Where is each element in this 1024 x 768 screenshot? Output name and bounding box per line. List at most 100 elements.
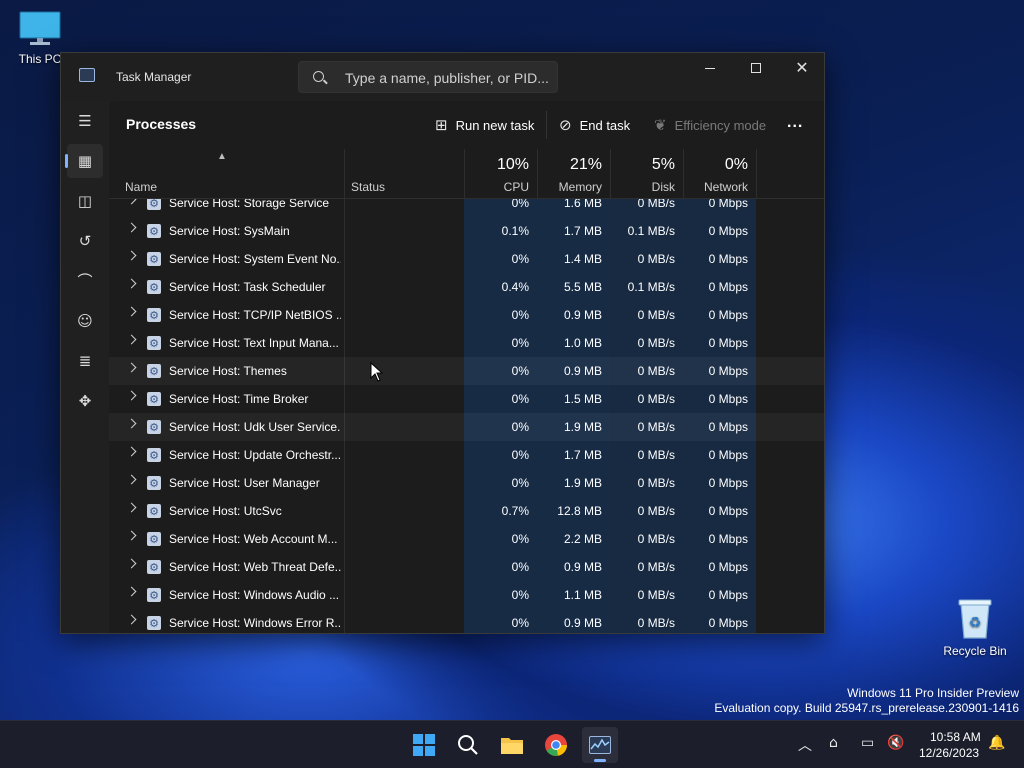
start-icon: [413, 734, 435, 756]
column-cpu[interactable]: 10% CPU: [464, 149, 537, 199]
process-network: 0 Mbps: [708, 392, 748, 406]
column-header: ▲ Name Status 10% CPU 21% Memory 5% Disk…: [109, 149, 824, 199]
search-icon: [313, 71, 324, 82]
taskbar: ︿ ⌂ ▭ 🔇 10:58 AM 12/26/2023 🔔: [0, 720, 1024, 768]
column-disk[interactable]: 5% Disk: [610, 149, 683, 199]
process-network: 0 Mbps: [708, 336, 748, 350]
table-row[interactable]: ⚙ Service Host: User Manager 0% 1.9 MB 0 MB/…: [109, 469, 824, 497]
table-row[interactable]: ⚙ Service Host: UtcSvc 0.7% 12.8 MB 0 MB/s 0 …: [109, 497, 824, 525]
table-row[interactable]: ⚙ Service Host: Themes 0% 0.9 MB 0 MB/s 0 Mbp…: [109, 357, 824, 385]
process-disk: 0 MB/s: [637, 588, 675, 602]
process-memory: 1.9 MB: [563, 476, 602, 490]
nav-processes[interactable]: ▦: [65, 144, 103, 178]
table-row[interactable]: ⚙ Service Host: SysMain 0.1% 1.7 MB 0.1 MB/s…: [109, 217, 824, 245]
table-row[interactable]: ⚙ Service Host: Text Input Mana... 0% 1.0 M…: [109, 329, 824, 357]
chrome-button[interactable]: [538, 727, 574, 763]
page-title: Processes: [126, 116, 197, 132]
process-memory: 2.2 MB: [563, 532, 602, 546]
table-row[interactable]: ⚙ Service Host: System Event No... 0% 1.4 M…: [109, 245, 824, 273]
start-button[interactable]: [406, 727, 442, 763]
column-memory-label: Memory: [558, 180, 602, 194]
expand-chevron-icon[interactable]: [126, 586, 137, 597]
expand-chevron-icon[interactable]: [126, 250, 137, 261]
svg-text:♻: ♻: [969, 615, 982, 631]
expand-chevron-icon[interactable]: [126, 614, 137, 625]
column-spacer: [756, 149, 824, 199]
nav-app-history[interactable]: ↺: [67, 224, 103, 258]
file-explorer-button[interactable]: [494, 727, 530, 763]
close-button[interactable]: ✕: [779, 53, 824, 83]
column-status[interactable]: Status: [344, 149, 464, 199]
recycle-bin-desktop-icon[interactable]: ♻ Recycle Bin: [940, 596, 1010, 658]
notification-bell-icon[interactable]: 🔔: [988, 735, 1005, 751]
expand-chevron-icon[interactable]: [126, 199, 137, 205]
taskbar-search-button[interactable]: [450, 727, 486, 763]
network-off-icon[interactable]: ⌂: [829, 735, 838, 751]
table-row[interactable]: ⚙ Service Host: Windows Audio ... 0% 1.1 MB…: [109, 581, 824, 609]
table-row[interactable]: ⚙ Service Host: Time Broker 0% 1.5 MB 0 MB/s…: [109, 385, 824, 413]
table-row[interactable]: ⚙ Service Host: Udk User Service... 0% 1.9 …: [109, 413, 824, 441]
clock-time[interactable]: 10:58 AM: [930, 730, 981, 744]
column-cpu-label: CPU: [503, 180, 529, 194]
expand-chevron-icon[interactable]: [126, 278, 137, 289]
expand-chevron-icon[interactable]: [126, 222, 137, 233]
title-bar[interactable]: Task Manager Type a name, publisher, or …: [61, 53, 824, 101]
end-task-button[interactable]: ⊘ End task: [559, 114, 630, 136]
table-row[interactable]: ⚙ Service Host: TCP/IP NetBIOS ... 0% 0.9 M…: [109, 301, 824, 329]
process-name: Service Host: Task Scheduler: [169, 280, 326, 294]
process-network: 0 Mbps: [708, 588, 748, 602]
chevron-up-icon[interactable]: ︿: [798, 735, 812, 755]
process-cpu: 0%: [511, 476, 529, 490]
maximize-button[interactable]: [733, 53, 779, 83]
table-row[interactable]: ⚙ Service Host: Web Threat Defe... 0% 0.9 M…: [109, 553, 824, 581]
expand-chevron-icon[interactable]: [126, 446, 137, 457]
nav-details[interactable]: ≣: [67, 344, 103, 378]
display-icon[interactable]: ▭: [861, 735, 874, 751]
column-network[interactable]: 0% Network: [683, 149, 756, 199]
expand-chevron-icon[interactable]: [126, 362, 137, 373]
process-memory: 0.9 MB: [563, 560, 602, 574]
expand-chevron-icon[interactable]: [126, 306, 137, 317]
nav-services[interactable]: ✥: [67, 384, 103, 418]
expand-chevron-icon[interactable]: [126, 474, 137, 485]
expand-chevron-icon[interactable]: [126, 502, 137, 513]
service-gear-icon: ⚙: [147, 504, 161, 518]
expand-chevron-icon[interactable]: [126, 334, 137, 345]
table-row[interactable]: ⚙ Service Host: Storage Service 0% 1.6 MB 0 …: [109, 199, 824, 217]
expand-chevron-icon[interactable]: [126, 530, 137, 541]
efficiency-mode-button[interactable]: ❦ Efficiency mode: [654, 114, 766, 136]
process-name: Service Host: User Manager: [169, 476, 320, 490]
service-gear-icon: ⚙: [147, 588, 161, 602]
service-gear-icon: ⚙: [147, 224, 161, 238]
table-row[interactable]: ⚙ Service Host: Windows Error R... 0% 0.9 M…: [109, 609, 824, 633]
mouse-cursor-icon: [370, 362, 384, 382]
leaf-icon: ❦: [654, 116, 667, 134]
process-cpu: 0%: [511, 252, 529, 266]
process-disk: 0 MB/s: [637, 504, 675, 518]
nav-users[interactable]: ☺: [67, 304, 103, 338]
table-row[interactable]: ⚙ Service Host: Task Scheduler 0.4% 5.5 MB 0…: [109, 273, 824, 301]
nav-startup-apps[interactable]: ⌒: [67, 264, 103, 298]
users-icon: ☺: [77, 311, 93, 330]
column-name[interactable]: Name: [125, 149, 343, 199]
nav-performance[interactable]: ◫: [67, 184, 103, 218]
nav-hamburger-button[interactable]: ☰: [67, 104, 103, 138]
search-input[interactable]: Type a name, publisher, or PID...: [298, 61, 558, 93]
process-memory: 1.4 MB: [563, 252, 602, 266]
more-options-button[interactable]: ...: [787, 114, 803, 132]
table-row[interactable]: ⚙ Service Host: Update Orchestr... 0% 1.7 M…: [109, 441, 824, 469]
expand-chevron-icon[interactable]: [126, 558, 137, 569]
table-row[interactable]: ⚙ Service Host: Web Account M... 0% 2.2 MB 0…: [109, 525, 824, 553]
process-name: Service Host: UtcSvc: [169, 504, 282, 518]
volume-mute-icon[interactable]: 🔇: [887, 735, 904, 751]
expand-chevron-icon[interactable]: [126, 390, 137, 401]
column-memory[interactable]: 21% Memory: [537, 149, 610, 199]
task-manager-window: Task Manager Type a name, publisher, or …: [60, 52, 825, 634]
process-network: 0 Mbps: [708, 364, 748, 378]
clock-date[interactable]: 12/26/2023: [919, 746, 979, 760]
run-new-task-button[interactable]: ⊞ Run new task: [435, 114, 534, 136]
minimize-button[interactable]: [687, 53, 733, 83]
command-bar: Processes ⊞ Run new task ⊘ End task ❦ Ef…: [109, 101, 824, 149]
task-manager-taskbar-button[interactable]: [582, 727, 618, 763]
expand-chevron-icon[interactable]: [126, 418, 137, 429]
